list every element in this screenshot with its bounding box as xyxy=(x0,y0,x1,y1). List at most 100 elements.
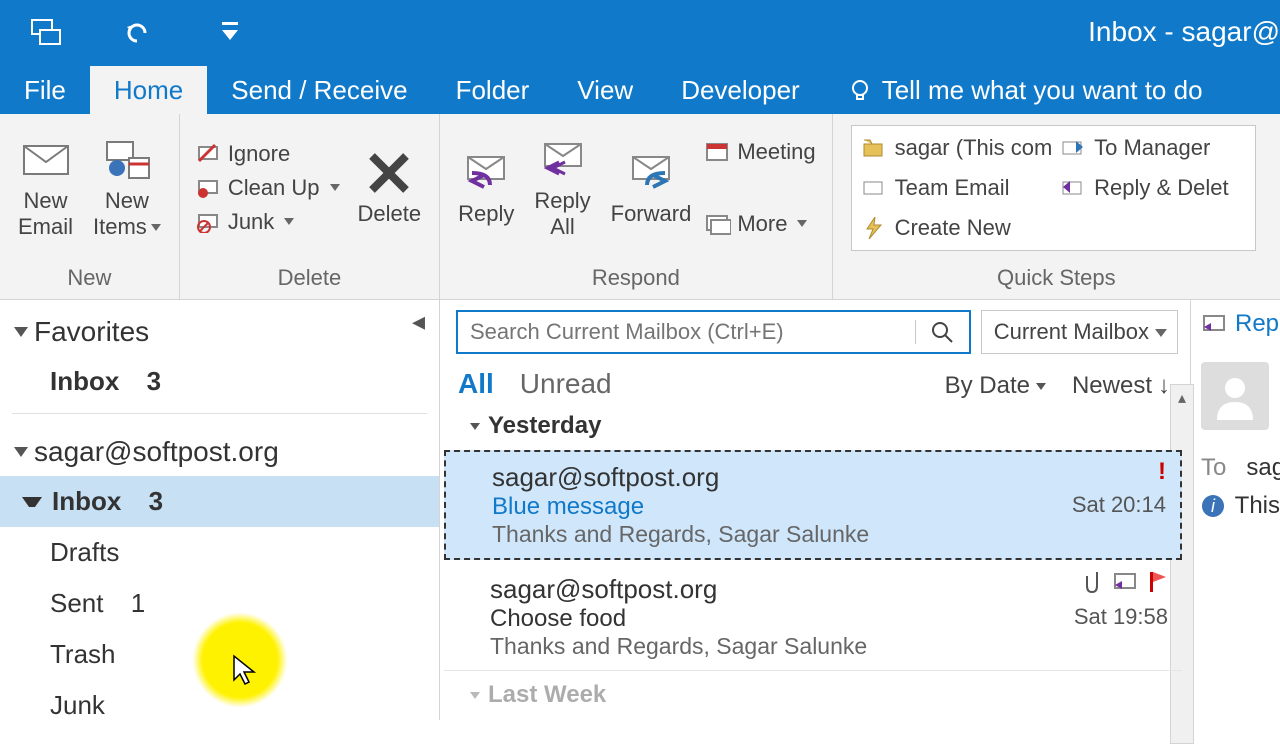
undo-icon[interactable] xyxy=(122,16,154,48)
message-time: Sat 20:14 xyxy=(1072,492,1166,518)
filter-unread[interactable]: Unread xyxy=(520,368,612,400)
tab-home[interactable]: Home xyxy=(90,66,207,114)
message-time: Sat 19:58 xyxy=(1074,604,1168,630)
group-lastweek[interactable]: Last Week xyxy=(444,671,1182,715)
reply-icon xyxy=(462,149,510,197)
nav-trash[interactable]: Trash xyxy=(0,629,439,680)
qs-item-replydelete[interactable]: Reply & Delet xyxy=(1053,168,1253,208)
qat-customize-icon[interactable] xyxy=(214,16,246,48)
reply-all-label: Reply All xyxy=(534,188,590,239)
new-items-label: New Items xyxy=(93,188,161,239)
group-new-label: New xyxy=(0,261,179,299)
meeting-label: Meeting xyxy=(737,139,815,165)
nav-junk[interactable]: Junk xyxy=(0,680,439,731)
message-item[interactable]: sagar@softpost.org Choose food Sat 19:58… xyxy=(444,564,1182,671)
reply-all-button[interactable]: Reply All xyxy=(524,130,600,245)
bulb-icon xyxy=(848,78,872,102)
forward-button[interactable]: Forward xyxy=(601,143,702,232)
nav-drafts[interactable]: Drafts xyxy=(0,527,439,578)
sort-by-date[interactable]: By Date xyxy=(945,372,1046,400)
new-email-label: New Email xyxy=(18,188,73,239)
forward-icon xyxy=(627,149,675,197)
message-preview: Thanks and Regards, Sagar Salunke xyxy=(492,521,1166,548)
folder-move-icon xyxy=(861,137,887,159)
to-value: sag xyxy=(1246,454,1280,482)
tab-developer[interactable]: Developer xyxy=(657,66,824,114)
message-from: sagar@softpost.org xyxy=(492,462,1166,493)
ribbon: New Email New Items New Ignore Clean Up … xyxy=(0,114,1280,300)
group-respond: Reply Reply All Forward Meeting More Res… xyxy=(440,114,832,299)
nav-favorites-header[interactable]: Favorites xyxy=(0,308,439,356)
team-mail-icon xyxy=(861,177,887,199)
cleanup-button[interactable]: Clean Up xyxy=(196,175,340,201)
nav-account-header[interactable]: sagar@softpost.org xyxy=(0,428,439,476)
junk-label: Junk xyxy=(228,209,274,235)
tab-folder[interactable]: Folder xyxy=(432,66,554,114)
search-scope[interactable]: Current Mailbox xyxy=(981,310,1178,354)
tell-me-label: Tell me what you want to do xyxy=(882,75,1203,106)
qs-item-manager[interactable]: To Manager xyxy=(1053,128,1253,168)
person-icon xyxy=(1211,372,1259,420)
tell-me[interactable]: Tell me what you want to do xyxy=(824,66,1227,114)
message-item[interactable]: ! sagar@softpost.org Blue message Sat 20… xyxy=(444,450,1182,560)
qs-item-createnew[interactable]: Create New xyxy=(854,208,1054,248)
info-icon: i xyxy=(1201,494,1225,518)
junk-icon xyxy=(196,209,222,235)
envelope-icon xyxy=(22,136,70,184)
quick-steps-gallery[interactable]: sagar (This com… To Manager Team Email R… xyxy=(851,125,1256,251)
ignore-button[interactable]: Ignore xyxy=(196,141,340,167)
qs-item-sagar[interactable]: sagar (This com… xyxy=(854,128,1054,168)
reply-all-icon xyxy=(539,136,587,184)
filter-all[interactable]: All xyxy=(458,368,494,400)
more-label: More xyxy=(737,211,787,237)
nav-sent[interactable]: Sent 1 xyxy=(0,578,439,629)
group-respond-label: Respond xyxy=(440,261,831,299)
meeting-button[interactable]: Meeting xyxy=(705,139,815,165)
info-text: This xyxy=(1235,492,1280,520)
reply-button[interactable]: Reply xyxy=(448,143,524,232)
tab-view[interactable]: View xyxy=(553,66,657,114)
ribbon-tabs: File Home Send / Receive Folder View Dev… xyxy=(0,64,1280,114)
new-items-button[interactable]: New Items xyxy=(83,130,171,245)
reply-label: Reply xyxy=(458,201,514,226)
message-list-pane: Current Mailbox All Unread By Date Newes… xyxy=(440,300,1190,720)
junk-button[interactable]: Junk xyxy=(196,209,340,235)
nav-inbox[interactable]: Inbox 3 xyxy=(0,476,439,527)
window-icon xyxy=(30,16,62,48)
ignore-icon xyxy=(196,141,222,167)
ignore-label: Ignore xyxy=(228,141,290,167)
sender-avatar xyxy=(1201,362,1269,430)
search-input[interactable] xyxy=(458,319,915,345)
nav-pane: ◂ Favorites Inbox 3 sagar@softpost.org I… xyxy=(0,300,440,720)
message-list: ▴ Yesterday ! sagar@softpost.org Blue me… xyxy=(440,404,1190,715)
tab-send-receive[interactable]: Send / Receive xyxy=(207,66,431,114)
new-email-button[interactable]: New Email xyxy=(8,130,83,245)
scroll-up-icon[interactable]: ▴ xyxy=(1171,385,1193,411)
qs-item-team[interactable]: Team Email xyxy=(854,168,1054,208)
message-subject: Blue message xyxy=(492,493,1166,521)
collapse-nav-icon[interactable]: ◂ xyxy=(412,306,425,337)
lightning-icon xyxy=(861,217,887,239)
window-title: Inbox - sagar@ xyxy=(1088,16,1280,48)
delete-x-icon xyxy=(365,149,413,197)
sort-newest[interactable]: Newest ↓ xyxy=(1072,372,1170,400)
delete-label: Delete xyxy=(358,201,422,226)
title-bar: Inbox - sagar@ xyxy=(0,0,1280,64)
reading-reply-button[interactable]: Rep xyxy=(1201,310,1280,338)
reading-pane: Rep Tosag i This xyxy=(1190,300,1280,720)
more-button[interactable]: More xyxy=(705,211,815,237)
group-delete: Ignore Clean Up Junk Delete Delete xyxy=(180,114,440,299)
delete-button[interactable]: Delete xyxy=(348,143,432,232)
message-preview: Thanks and Regards, Sagar Salunke xyxy=(490,633,1168,660)
search-button[interactable] xyxy=(915,320,969,344)
main-area: ◂ Favorites Inbox 3 sagar@softpost.org I… xyxy=(0,300,1280,720)
nav-fav-inbox[interactable]: Inbox 3 xyxy=(0,356,439,407)
cleanup-label: Clean Up xyxy=(228,175,320,201)
group-yesterday[interactable]: Yesterday xyxy=(444,406,1182,446)
replied-icon xyxy=(1112,571,1138,598)
tab-file[interactable]: File xyxy=(0,66,90,114)
reply-icon xyxy=(1201,313,1227,335)
forward-mail-icon xyxy=(1060,137,1086,159)
forward-label: Forward xyxy=(611,201,692,226)
search-box[interactable] xyxy=(456,310,971,354)
